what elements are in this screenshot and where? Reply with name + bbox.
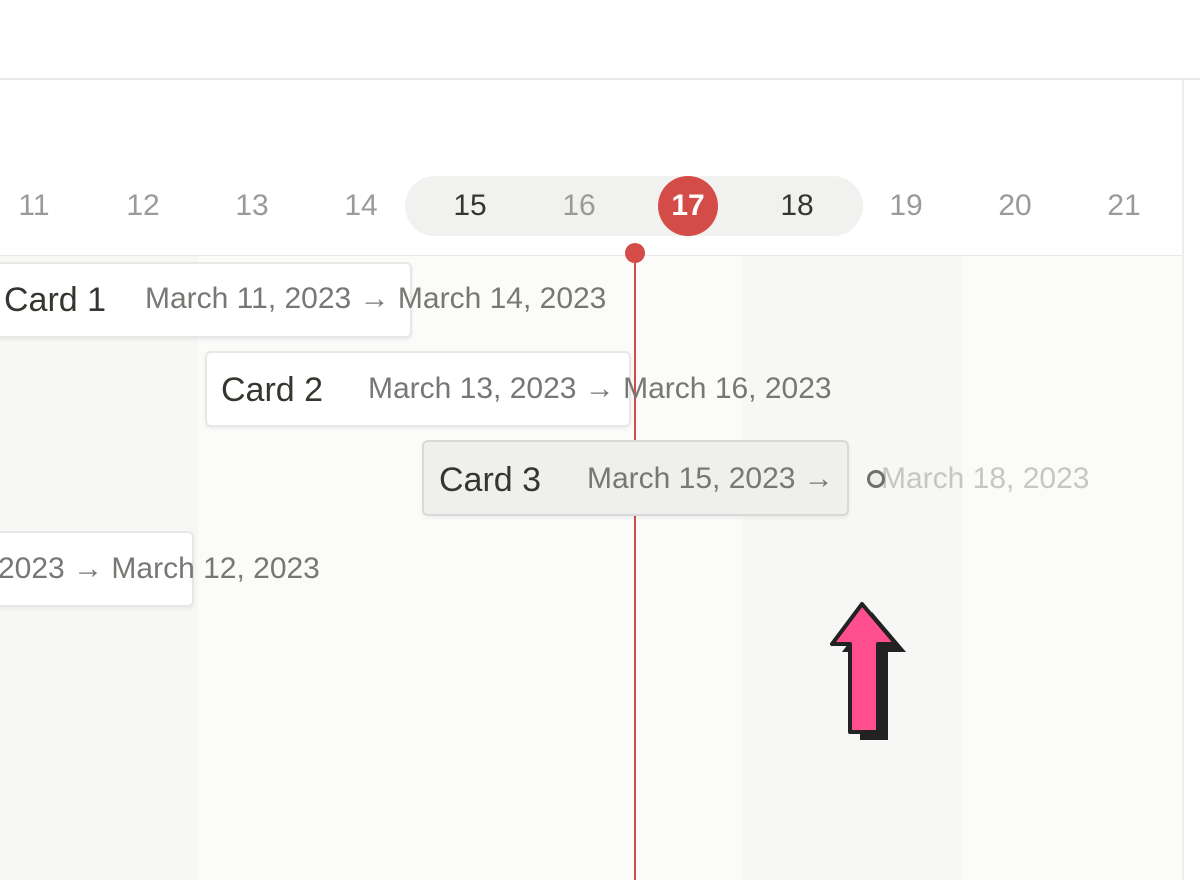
- day-21[interactable]: 21: [1094, 184, 1154, 228]
- today-line-dot: [625, 243, 645, 263]
- day-20[interactable]: 20: [985, 184, 1045, 228]
- card-date-range: March 15, 2023 →: [587, 462, 834, 495]
- card-title: Card 3: [439, 461, 542, 499]
- panel-divider: [1182, 80, 1184, 880]
- day-11[interactable]: 11: [4, 184, 64, 228]
- card-date-range: 2023 → March 12, 2023: [0, 552, 320, 585]
- card-title: Card 1: [4, 281, 107, 319]
- day-17-today[interactable]: 17: [658, 184, 718, 228]
- resize-handle[interactable]: [867, 470, 885, 488]
- weekend-column: [743, 256, 962, 880]
- timeline-header: 11 12 13 14 15 16 17 18 19 20 21: [0, 80, 1182, 256]
- day-14[interactable]: 14: [331, 184, 391, 228]
- card-date-range: March 13, 2023 → March 16, 2023: [368, 372, 832, 405]
- day-16[interactable]: 16: [549, 184, 609, 228]
- today-line: [634, 253, 636, 880]
- arrow-up-icon: [830, 602, 906, 740]
- day-12[interactable]: 12: [113, 184, 173, 228]
- day-19[interactable]: 19: [876, 184, 936, 228]
- card-date-range: March 11, 2023 → March 14, 2023: [145, 282, 607, 315]
- day-15[interactable]: 15: [440, 184, 500, 228]
- day-18[interactable]: 18: [767, 184, 827, 228]
- card-end-date-preview: March 18, 2023: [881, 462, 1090, 495]
- timeline-board: 11 12 13 14 15 16 17 18 19 20 21 Card 1 …: [0, 80, 1182, 880]
- card-title: Card 2: [221, 371, 324, 409]
- day-13[interactable]: 13: [222, 184, 282, 228]
- top-bar: [0, 0, 1200, 80]
